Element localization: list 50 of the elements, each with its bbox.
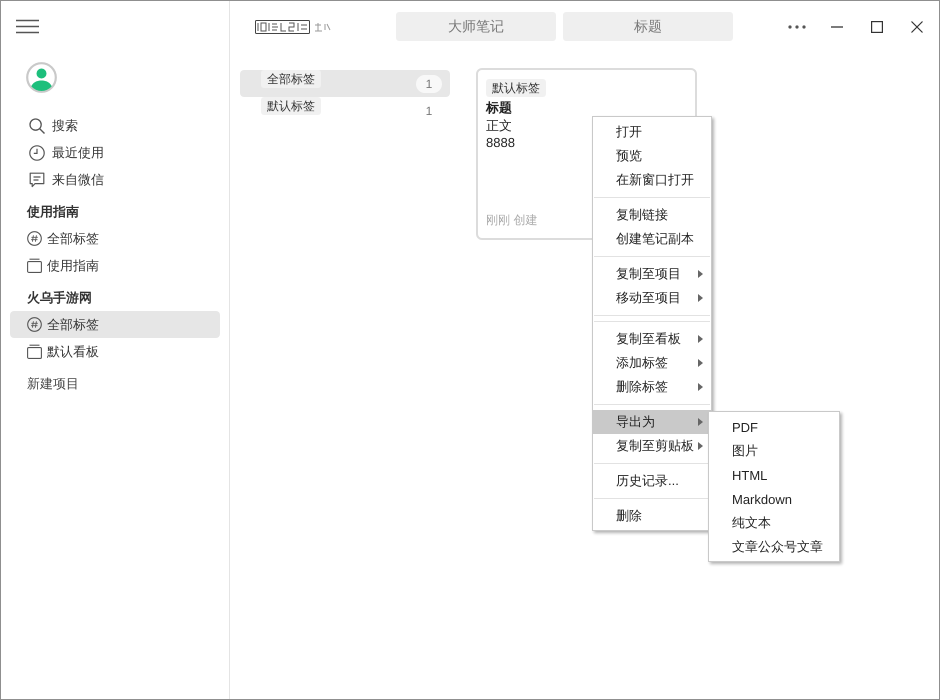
note-title: 标题	[486, 99, 512, 117]
stacked-tray-icon	[27, 344, 42, 359]
menu-item[interactable]: 移动至项目	[593, 286, 711, 310]
menu-item[interactable]: Markdown	[709, 487, 839, 511]
hashtag-icon	[27, 231, 42, 246]
tag-chip: 全部标签	[261, 70, 321, 88]
sidebar-item[interactable]: 默认看板	[10, 338, 220, 365]
menu-item[interactable]: 图片	[709, 439, 839, 463]
hashtag-icon	[27, 317, 42, 332]
menu-item[interactable]: 删除标签	[593, 375, 711, 399]
menu-item[interactable]: 纯文本	[709, 511, 839, 535]
close-icon[interactable]	[911, 21, 923, 33]
menu-item[interactable]: 历史记录...	[593, 469, 711, 493]
sidebar-item[interactable]: 搜索	[10, 112, 220, 139]
maximize-icon[interactable]	[871, 21, 883, 33]
menu-item[interactable]: 导出为	[593, 410, 711, 434]
tab[interactable]: 大师笔记	[396, 12, 556, 41]
section-title: 使用指南	[26, 203, 79, 221]
minimize-icon[interactable]	[831, 26, 843, 28]
section-title: 火乌手游网	[26, 289, 92, 307]
tag-list-item[interactable]: 全部标签 1	[240, 70, 450, 97]
clock-icon	[29, 144, 45, 160]
new-project-link[interactable]: 新建项目	[1, 371, 79, 397]
menu-item[interactable]: 删除	[593, 504, 711, 528]
menu-item[interactable]: 文章公众号文章	[709, 535, 839, 559]
menu-item[interactable]: 复制至剪贴板	[593, 434, 711, 458]
search-icon	[29, 118, 45, 134]
sidebar-item[interactable]: 使用指南	[10, 252, 220, 279]
note-text: 8888	[486, 134, 515, 151]
menu-item[interactable]: PDF	[709, 415, 839, 439]
menu-icon[interactable]	[16, 19, 39, 34]
sidebar-item[interactable]: 全部标签	[10, 311, 220, 338]
menu-item[interactable]: 复制至项目	[593, 262, 711, 286]
item-count: 1	[424, 102, 434, 120]
tab[interactable]: 标题	[563, 12, 733, 41]
stacked-tray-icon	[27, 258, 42, 273]
tag-chip: 默认标签	[486, 79, 546, 97]
more-icon[interactable]	[788, 25, 806, 29]
sidebar-item[interactable]: 最近使用	[10, 139, 220, 166]
note-timestamp: 刚刚 创建	[486, 212, 538, 228]
note-text: 正文	[486, 117, 512, 134]
tag-chip: 默认标签	[261, 97, 321, 115]
menu-item[interactable]: HTML	[709, 463, 839, 487]
tag-list-item[interactable]: 默认标签 1	[240, 97, 450, 124]
sidebar-item[interactable]: 来自微信	[10, 166, 220, 193]
menu-item[interactable]: 复制至看板	[593, 327, 711, 351]
sidebar-item[interactable]: 全部标签	[10, 225, 220, 252]
menu-item[interactable]: 添加标签	[593, 351, 711, 375]
chat-bubble-icon	[29, 172, 45, 188]
item-count: 1	[416, 74, 442, 92]
